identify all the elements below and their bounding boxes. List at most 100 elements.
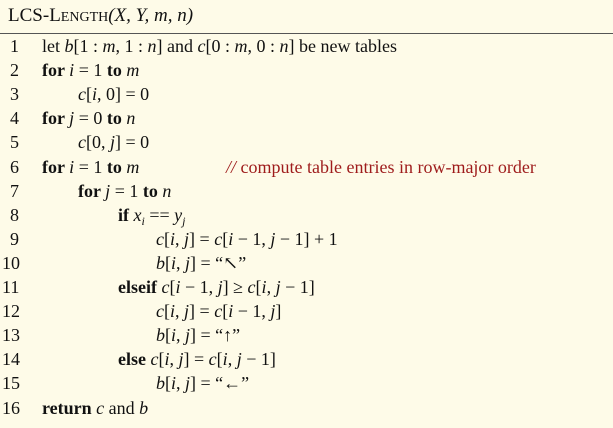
variable: m bbox=[234, 36, 248, 56]
variable: b bbox=[64, 36, 74, 56]
code-line-8: 8 if xi == yj bbox=[0, 205, 613, 229]
line-number: 11 bbox=[2, 277, 20, 297]
code-token: ] = bbox=[183, 349, 209, 370]
code-token: ] bbox=[275, 301, 282, 322]
variable: c bbox=[78, 132, 86, 153]
code-token: [0, bbox=[86, 132, 110, 153]
keyword: return bbox=[42, 397, 97, 418]
code-line-10: 10 b[i, j] = “↖” bbox=[0, 253, 613, 277]
variable: c bbox=[247, 277, 256, 297]
line-number: 16 bbox=[2, 397, 20, 418]
code-token: = 0 bbox=[74, 108, 107, 129]
line-number: 14 bbox=[2, 349, 20, 370]
variable: c bbox=[96, 397, 105, 418]
line-number: 2 bbox=[10, 60, 19, 81]
code-line-6: 6 for i = 1 to m // compute table entries … bbox=[0, 157, 613, 181]
code-text: c[i, j] = c[i − 1, j] bbox=[156, 301, 281, 322]
variable: b bbox=[156, 373, 165, 394]
code-token: , bbox=[176, 325, 186, 346]
code-token: , bbox=[175, 301, 185, 322]
code-token: ] = “↖” bbox=[190, 252, 247, 273]
variable: m bbox=[102, 36, 116, 56]
line-number: 5 bbox=[10, 132, 19, 153]
code-token: , bbox=[176, 252, 186, 273]
variable: c bbox=[214, 228, 223, 249]
code-text: b[i, j] = “↑” bbox=[156, 325, 240, 346]
variable: b bbox=[156, 252, 165, 273]
code-text: for j = 1 to n bbox=[78, 181, 171, 202]
variable: m bbox=[126, 60, 140, 81]
code-token: ] be new tables bbox=[288, 36, 397, 56]
variable: c bbox=[78, 84, 86, 105]
title-length-rest: ENGTH bbox=[60, 10, 109, 25]
procedure-header: LCS-LENGTH(X, Y, m, n) bbox=[0, 0, 613, 34]
code-token: ] = “←” bbox=[190, 373, 250, 394]
variable: c bbox=[156, 301, 164, 322]
code-text: for j = 0 to n bbox=[42, 108, 135, 129]
variable: m bbox=[126, 156, 140, 177]
comment-text: compute table entries in row-major order bbox=[236, 156, 536, 177]
code-token: ] = “↑” bbox=[190, 325, 241, 346]
code-text: if xi == yj bbox=[118, 205, 186, 229]
code-token: = 1 bbox=[110, 180, 143, 201]
variable: c bbox=[156, 228, 164, 249]
code-token: ] = 0 bbox=[115, 132, 150, 153]
variable: n bbox=[147, 36, 157, 56]
code-line-11: 11 elseif c[i − 1, j] ≥ c[i, j − 1] bbox=[0, 277, 613, 301]
keyword: if bbox=[118, 204, 134, 225]
code-text: b[i, j] = “↖” bbox=[156, 253, 246, 274]
code-token: , bbox=[169, 349, 179, 370]
variable: c bbox=[197, 36, 206, 56]
code-token: and bbox=[104, 397, 140, 418]
code-line-4: 4 for j = 0 to n bbox=[0, 108, 613, 132]
code-token: = 1 bbox=[74, 156, 107, 177]
code-text: return c and b bbox=[42, 398, 148, 419]
code-text: else c[i, j] = c[i, j − 1] bbox=[118, 349, 276, 370]
code-comment: // compute table entries in row-major or… bbox=[226, 157, 536, 178]
code-token: , bbox=[176, 373, 186, 394]
line-number: 7 bbox=[10, 180, 19, 201]
code-token: = 1 bbox=[74, 60, 107, 81]
code-line-16: 16 return c and b bbox=[0, 398, 613, 422]
line-number: 9 bbox=[10, 228, 19, 249]
code-text: let b[1 : m, 1 : n] and c[0 : m, 0 : n] … bbox=[42, 36, 397, 57]
code-token: − 1] bbox=[280, 277, 315, 297]
keyword: to bbox=[106, 60, 127, 81]
code-line-7: 7 for j = 1 to n bbox=[0, 181, 613, 205]
variable: n bbox=[279, 36, 289, 56]
code-token: − 1, bbox=[233, 301, 271, 322]
code-line-12: 12 c[i, j] = c[i − 1, j] bbox=[0, 301, 613, 325]
code-token: let bbox=[42, 36, 65, 56]
title-lcs: LCS bbox=[8, 5, 43, 26]
code-line-9: 9 c[i, j] = c[i − 1, j − 1] + 1 bbox=[0, 229, 613, 253]
code-line-15: 15 b[i, j] = “←” bbox=[0, 373, 613, 397]
code-token: , bbox=[175, 228, 185, 249]
title-args: (X, Y, m, n) bbox=[108, 5, 194, 26]
code-line-1: 1 let b[1 : m, 1 : n] and c[0 : m, 0 : n]… bbox=[0, 36, 613, 60]
code-token: − 1] bbox=[241, 349, 276, 370]
variable: b bbox=[139, 397, 149, 418]
line-number: 12 bbox=[2, 301, 20, 322]
code-token: == bbox=[144, 204, 175, 225]
variable: b bbox=[156, 325, 165, 346]
code-text: elseif c[i − 1, j] ≥ c[i, j − 1] bbox=[118, 277, 315, 298]
keyword: for bbox=[42, 156, 70, 177]
keyword: for bbox=[78, 180, 106, 201]
code-text: c[i, 0] = 0 bbox=[78, 84, 149, 105]
line-number: 10 bbox=[2, 252, 20, 273]
variable: c bbox=[214, 301, 223, 322]
keyword: to bbox=[142, 180, 163, 201]
code-token: ] = bbox=[189, 228, 215, 249]
code-line-5: 5 c[0, j] = 0 bbox=[0, 132, 613, 156]
title-length-initial: L bbox=[49, 5, 61, 26]
variable: y bbox=[174, 204, 183, 225]
code-line-13: 13 b[i, j] = “↑” bbox=[0, 325, 613, 349]
code-text: b[i, j] = “←” bbox=[156, 373, 249, 394]
keyword: for bbox=[42, 60, 70, 81]
code-text: c[0, j] = 0 bbox=[78, 132, 149, 153]
code-token: − 1] + 1 bbox=[275, 228, 338, 249]
code-token: ] and bbox=[156, 36, 198, 56]
code-token: , bbox=[227, 349, 237, 370]
code-token: ] ≥ bbox=[222, 277, 248, 297]
code-line-2: 2 for i = 1 to m bbox=[0, 60, 613, 84]
